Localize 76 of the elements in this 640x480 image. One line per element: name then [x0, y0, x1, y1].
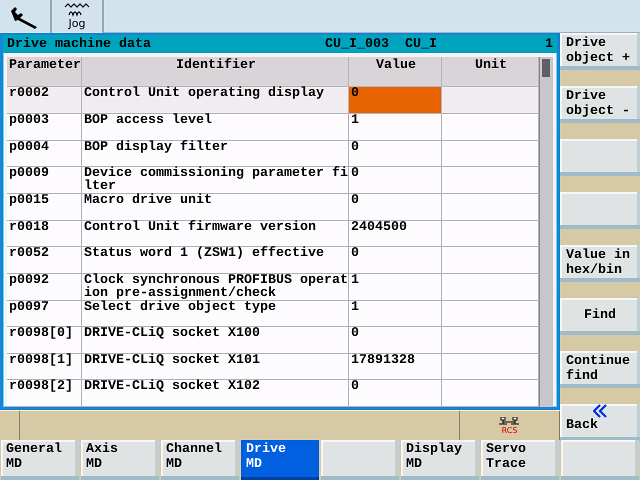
table-cell: 0	[349, 140, 442, 166]
table-cell: 1	[349, 114, 442, 140]
table-row[interactable]: p0004 BOP display filter 0	[7, 140, 539, 168]
scrollbar-thumb[interactable]	[542, 59, 550, 77]
table-cell: 0	[349, 247, 442, 273]
menu-softkey[interactable]: Channel MD	[161, 440, 239, 480]
table-row[interactable]: p0097 Select drive object type 1	[7, 300, 539, 328]
softkey[interactable]: Continue find	[560, 351, 640, 388]
table-cell: p0004	[7, 140, 82, 166]
empty-softkey[interactable]	[560, 139, 640, 176]
table-cell: Device commissioning parameter filter	[82, 167, 349, 194]
table-cell: BOP access level	[82, 114, 349, 140]
table-cell: p0092	[7, 274, 82, 300]
table-cell: DRIVE-CLiQ socket X100	[82, 327, 349, 353]
table-cell: 0	[349, 327, 442, 353]
table-cell: 17891328	[349, 354, 442, 380]
table-cell: p0003	[7, 114, 82, 140]
table-cell: 1	[349, 274, 442, 300]
drive-object-id: CU_I_003	[325, 36, 390, 52]
table-cell: DRIVE-CLiQ socket X101	[82, 354, 349, 380]
table-cell: 2404500	[349, 220, 442, 246]
softkey[interactable]: Value in hex/bin	[560, 245, 640, 282]
jog-button[interactable]: Jog	[52, 0, 104, 33]
table-cell: 0	[349, 380, 442, 406]
table-cell: BOP display filter	[82, 140, 349, 166]
menu-softkey[interactable]: Servo Trace	[481, 440, 559, 480]
table-cell: 1	[349, 300, 442, 326]
column-header: Parameter	[7, 57, 82, 86]
table-cell: p0015	[7, 194, 82, 220]
drive-object-number: 1	[545, 36, 553, 52]
column-header: Value	[349, 57, 442, 86]
softkey[interactable]: Drive object -	[560, 86, 640, 123]
table-cell: 0	[349, 87, 442, 114]
empty-softkey[interactable]	[561, 440, 639, 480]
table-row[interactable]: p0015 Macro drive unit 0	[7, 194, 539, 221]
table-row[interactable]: p0092 Clock synchronous PROFIBUS operation pre-assignment/check 1	[7, 274, 539, 301]
menu-softkey[interactable]: Axis MD	[81, 440, 159, 480]
menu-softkey[interactable]: General MD	[1, 440, 79, 480]
table-cell: 0	[349, 194, 442, 220]
table-row[interactable]: r0052 Status word 1 (ZSW1) effective 0	[7, 247, 539, 274]
empty-softkey[interactable]	[321, 440, 399, 480]
back-softkey[interactable]: Back	[560, 404, 640, 441]
wrench-icon-button[interactable]	[0, 0, 52, 33]
drive-object-type: CU_I	[405, 36, 438, 52]
menu-softkey[interactable]: Drive MD	[241, 440, 319, 480]
softkey[interactable]: Find	[560, 298, 640, 335]
table-cell: DRIVE-CLiQ socket X102	[82, 380, 349, 406]
table-row[interactable]: r0098[0] DRIVE-CLiQ socket X100 0	[7, 327, 539, 354]
table-cell: Select drive object type	[82, 300, 349, 326]
softkey[interactable]: Drive object +	[560, 33, 640, 70]
table-row[interactable]: r0098[1] DRIVE-CLiQ socket X101 17891328	[7, 354, 539, 380]
table-cell: r0002	[7, 87, 82, 114]
column-header: Identifier	[82, 57, 349, 86]
table-cell: r0098[0]	[7, 327, 82, 353]
scrollbar[interactable]	[539, 57, 553, 407]
table-cell: Control Unit firmware version	[82, 220, 349, 246]
table-cell: Clock synchronous PROFIBUS operation pre-assignment/check	[82, 274, 349, 300]
table-row[interactable]: r0002 Control Unit operating display 0	[7, 87, 539, 114]
window-title: Drive machine data	[7, 36, 152, 52]
wave-icon	[64, 3, 90, 17]
table-row[interactable]: p0003 BOP access level 1	[7, 114, 539, 141]
empty-softkey[interactable]	[560, 192, 640, 229]
table-cell: Status word 1 (ZSW1) effective	[82, 247, 349, 273]
table-cell: r0052	[7, 247, 82, 273]
table-row[interactable]: r0018 Control Unit firmware version 2404500	[7, 220, 539, 248]
table-cell: r0098[2]	[7, 380, 82, 406]
table-row[interactable]: r0098[2] DRIVE-CLiQ socket X102 0	[7, 380, 539, 407]
table-row[interactable]: p0009 Device commissioning parameter filter 0	[7, 167, 539, 194]
table-cell: p0097	[7, 300, 82, 326]
menu-softkey[interactable]: Display MD	[401, 440, 479, 480]
table-cell: r0018	[7, 220, 82, 246]
table-cell: r0098[1]	[7, 354, 82, 380]
double-chevron-icon	[593, 404, 607, 418]
table-cell: p0009	[7, 167, 82, 194]
table-cell: Macro drive unit	[82, 194, 349, 220]
table-cell: 0	[349, 167, 442, 194]
